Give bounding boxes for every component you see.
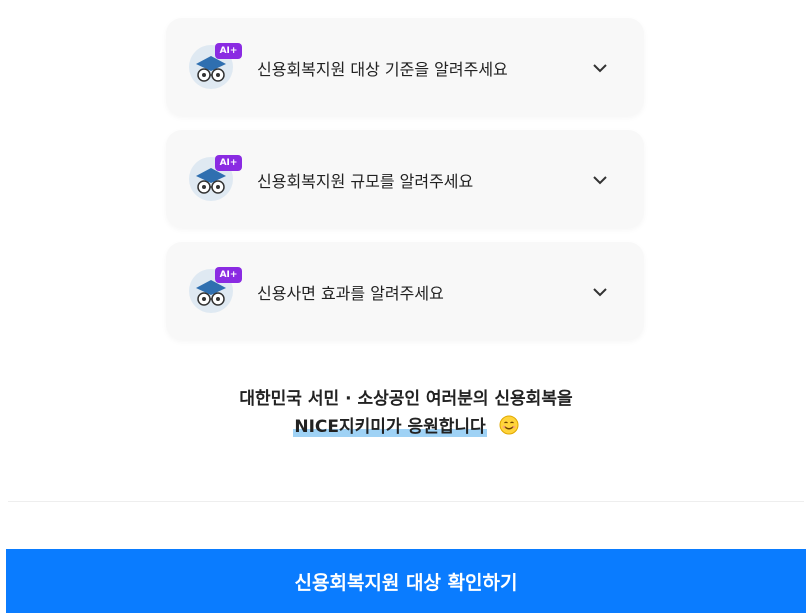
faq-item-target-criteria[interactable]: AI+ 신용회복지원 대상 기준을 알려주세요 bbox=[166, 18, 644, 116]
ai-badge: AI+ bbox=[215, 267, 242, 283]
faq-question: 신용회복지원 규모를 알려주세요 bbox=[257, 172, 474, 191]
cheer-message-line1: 대한민국 서민 · 소상공인 여러분의 신용회복을 bbox=[239, 389, 573, 409]
chevron-down-icon[interactable] bbox=[592, 172, 608, 188]
faq-item-support-scale[interactable]: AI+ 신용회복지원 규모를 알려주세요 bbox=[166, 130, 644, 228]
chevron-down-icon[interactable] bbox=[592, 284, 608, 300]
ai-badge: AI+ bbox=[215, 155, 242, 171]
faq-item-amnesty-effect[interactable]: AI+ 신용사면 효과를 알려주세요 bbox=[166, 242, 644, 340]
check-eligibility-button[interactable]: 신용회복지원 대상 확인하기 bbox=[6, 549, 806, 613]
faq-question: 신용사면 효과를 알려주세요 bbox=[257, 284, 444, 303]
section-divider bbox=[8, 501, 804, 502]
ai-badge: AI+ bbox=[215, 43, 242, 59]
cheer-highlight-text: NICE지키미가 응원합니다 bbox=[293, 417, 487, 437]
cheer-message-line2: NICE지키미가 응원합니다 bbox=[0, 412, 812, 437]
faq-question: 신용회복지원 대상 기준을 알려주세요 bbox=[257, 60, 508, 79]
smile-emoji-icon bbox=[499, 415, 519, 435]
chevron-down-icon[interactable] bbox=[592, 60, 608, 76]
